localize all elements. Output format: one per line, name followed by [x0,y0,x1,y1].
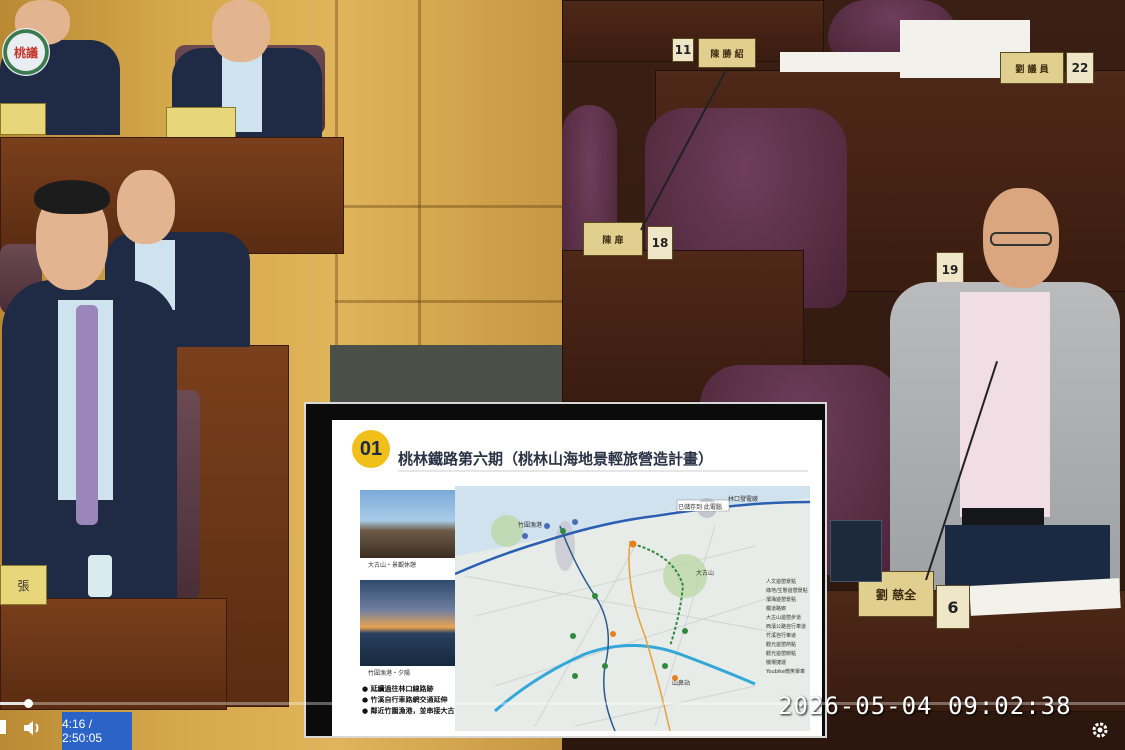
map-label-station: 山鼻站 [672,680,691,687]
route-map-graphic [455,486,810,731]
photo-caption: 竹圍漁港・夕陽 [368,670,411,677]
slide-title: 桃林鐵路第六期（桃林山海地景輕旅營造計畫） [398,450,714,468]
person-face [117,170,175,244]
paper-stack [780,52,900,72]
legend-item: 人文遊憩景點 [766,579,797,585]
speaker-shirt [960,292,1050,517]
nameplate [0,103,46,135]
wall-panel-divider [335,300,562,303]
speaker-glasses [990,232,1052,246]
settings-icon[interactable] [1090,720,1110,744]
monitor [830,520,882,582]
seat-number-22: 22 [1066,52,1094,84]
legend-item: Youbike微笑單車 [766,669,805,675]
legend-item: 鐵道路廊 [766,606,787,612]
seat-nameplate-22: 劉 議 員 [1000,52,1064,84]
person-face [212,0,270,62]
official-nameplate: 張 [0,565,47,605]
legend-item: 機場捷運 [766,660,787,666]
slide-photo-sunset [360,580,460,666]
route-map [455,486,810,731]
podium-desk [0,598,227,710]
seat-nameplate-11: 陳 勝 紹 [698,38,756,68]
progress-bar[interactable] [0,702,1125,705]
wall-panel-divider [335,205,562,208]
legend-item: 竹溪自行車道 [766,633,797,639]
council-logo: 桃議 [2,28,50,76]
volume-icon[interactable] [22,719,42,741]
video-player[interactable]: 張 桃議 11 陳 勝 紹 劉 議 員 22 陳 扉 18 19 劉 慈全 6 … [0,0,1125,750]
play-icon[interactable] [0,720,6,734]
seat-number-18: 18 [647,226,673,260]
seat-number-11: 11 [672,38,694,62]
map-label-park: 大古山 [696,570,715,577]
seat-number-6: 6 [936,585,970,629]
map-label-linkou: 林口發電廠 [728,496,759,503]
wall-panel-divider [418,0,421,345]
water-bottle [88,555,112,597]
title-underline [398,470,808,472]
map-label-port: 竹圍漁港 [518,522,543,529]
carpet-floor [330,345,562,405]
legend-item: 濱海遊憩景點 [766,597,797,603]
map-legend: 人文遊憩景點 綠地/生態遊憩景點 濱海遊憩景點 鐵道路廊 大古山遊憩步道 西濱公… [766,578,814,677]
legend-item: 觀光遊憩熱點 [766,642,797,648]
photo-caption: 大古山・景觀休憩 [368,562,417,569]
playback-time: 4:16 / 2:50:05 [62,712,132,750]
official-tie [76,305,98,525]
progress-scrubber-handle[interactable] [24,699,33,708]
official-hair [34,180,110,214]
slide-photo-boardwalk [360,490,460,558]
nameplate [166,107,236,139]
legend-item: 大古山遊憩步道 [766,615,802,621]
slide-number-badge: 01 [352,430,390,468]
legend-item: 綠地/生態遊憩景點 [766,588,808,594]
seat-nameplate-18: 陳 扉 [583,222,643,256]
legend-item: 西濱公路自行車道 [766,624,807,630]
broadcast-timestamp: 2026-05-04 09:02:38 [778,692,1072,720]
legend-item: 觀光遊憩節點 [766,651,797,657]
map-save-notice: 已儲存到 此電腦 [678,502,722,511]
